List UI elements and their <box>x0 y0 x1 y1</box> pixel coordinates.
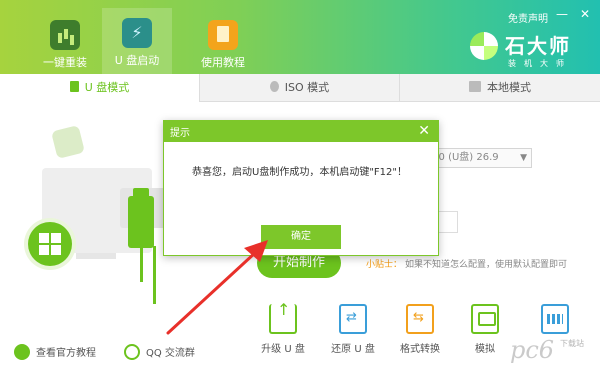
nav-label: 使用教程 <box>201 56 245 69</box>
minimize-button[interactable]: — <box>555 7 569 21</box>
app-logo-subtitle: 装机大师 <box>508 59 572 68</box>
tool-label: 还原 U 盘 <box>331 344 375 355</box>
link-label: 查看官方教程 <box>36 348 96 359</box>
dialog-message: 恭喜您，启动U盘制作成功，本机启动键"F12"！ <box>192 167 407 178</box>
dialog-title-bar: 提示 ✕ <box>164 121 438 142</box>
decor-cable <box>140 246 143 282</box>
tab-label: 本地模式 <box>487 81 531 94</box>
decor-monitor-stand <box>76 253 116 259</box>
simulate-icon <box>471 304 499 334</box>
format-convert-button[interactable]: 格式转换 <box>390 304 450 355</box>
nav-label: 一键重装 <box>43 56 87 69</box>
nav-usb-boot[interactable]: ⚡ U 盘启动 <box>102 8 172 74</box>
nav-tutorial[interactable]: 使用教程 <box>188 10 258 74</box>
format-convert-icon <box>406 304 434 334</box>
tab-label: U 盘模式 <box>84 81 130 94</box>
tip-label: 小贴士： <box>366 260 403 270</box>
restore-usb-button[interactable]: 还原 U 盘 <box>323 304 383 355</box>
keyboard-icon <box>541 304 569 334</box>
tab-label: ISO 模式 <box>284 81 330 94</box>
usb-stick-illustration <box>128 188 154 248</box>
tab-iso-mode[interactable]: ISO 模式 <box>200 74 400 102</box>
chevron-down-icon: ▼ <box>520 153 527 163</box>
nav-one-click-reinstall[interactable]: 一键重装 <box>30 10 100 74</box>
success-dialog: 提示 ✕ 恭喜您，启动U盘制作成功，本机启动键"F12"！ 确定 <box>163 120 439 256</box>
tool-label: 模拟 <box>475 344 495 355</box>
shortcut-keys-button[interactable] <box>525 304 585 340</box>
tool-label: 升级 U 盘 <box>261 344 305 355</box>
official-tutorial-link[interactable]: 查看官方教程 <box>14 344 96 360</box>
book-icon <box>14 344 30 360</box>
tip-text: 小贴士： 如果不知道怎么配置，使用默认配置即可 <box>366 257 567 270</box>
qq-group-icon <box>124 344 140 360</box>
dialog-ok-button[interactable]: 确定 <box>261 225 341 249</box>
usb-flash-icon: ⚡ <box>122 18 152 48</box>
mode-tabs: U 盘模式 ISO 模式 本地模式 <box>0 74 600 103</box>
upgrade-usb-button[interactable]: 升级 U 盘 <box>253 300 313 355</box>
monitor-icon <box>469 81 481 92</box>
app-logo-text: 石大师 <box>505 34 571 58</box>
close-window-button[interactable]: ✕ <box>578 7 592 21</box>
title-bar: 一键重装 ⚡ U 盘启动 使用教程 免责声明 — ✕ 石大师 装机大师 <box>0 0 600 74</box>
qq-group-link[interactable]: QQ 交流群 <box>124 344 195 360</box>
nav-label: U 盘启动 <box>114 54 160 67</box>
disclaimer-link[interactable]: 免责声明 <box>508 10 548 25</box>
disc-icon <box>269 81 279 92</box>
tab-local-mode[interactable]: 本地模式 <box>400 74 600 102</box>
simulate-boot-button[interactable]: 模拟 <box>455 304 515 355</box>
usb-icon <box>69 81 79 92</box>
watermark-sub: 下载站 <box>560 339 584 348</box>
bar-chart-icon <box>50 20 80 50</box>
decor-cable <box>153 246 156 304</box>
tip-body: 如果不知道怎么配置，使用默认配置即可 <box>405 260 568 270</box>
link-label: QQ 交流群 <box>146 348 195 359</box>
app-logo-icon <box>470 32 498 60</box>
restore-usb-icon <box>339 304 367 334</box>
tab-usb-mode[interactable]: U 盘模式 <box>0 74 200 103</box>
watermark: pc6 <box>510 336 555 364</box>
dialog-close-button[interactable]: ✕ <box>418 121 430 141</box>
book-icon <box>208 20 238 50</box>
dialog-title: 提示 <box>170 128 190 139</box>
windows-logo-icon <box>39 233 61 255</box>
upgrade-usb-icon <box>269 300 297 334</box>
tool-label: 格式转换 <box>400 344 440 355</box>
usb-device-value: 3.0 (U盘) 26.9 <box>429 152 499 163</box>
